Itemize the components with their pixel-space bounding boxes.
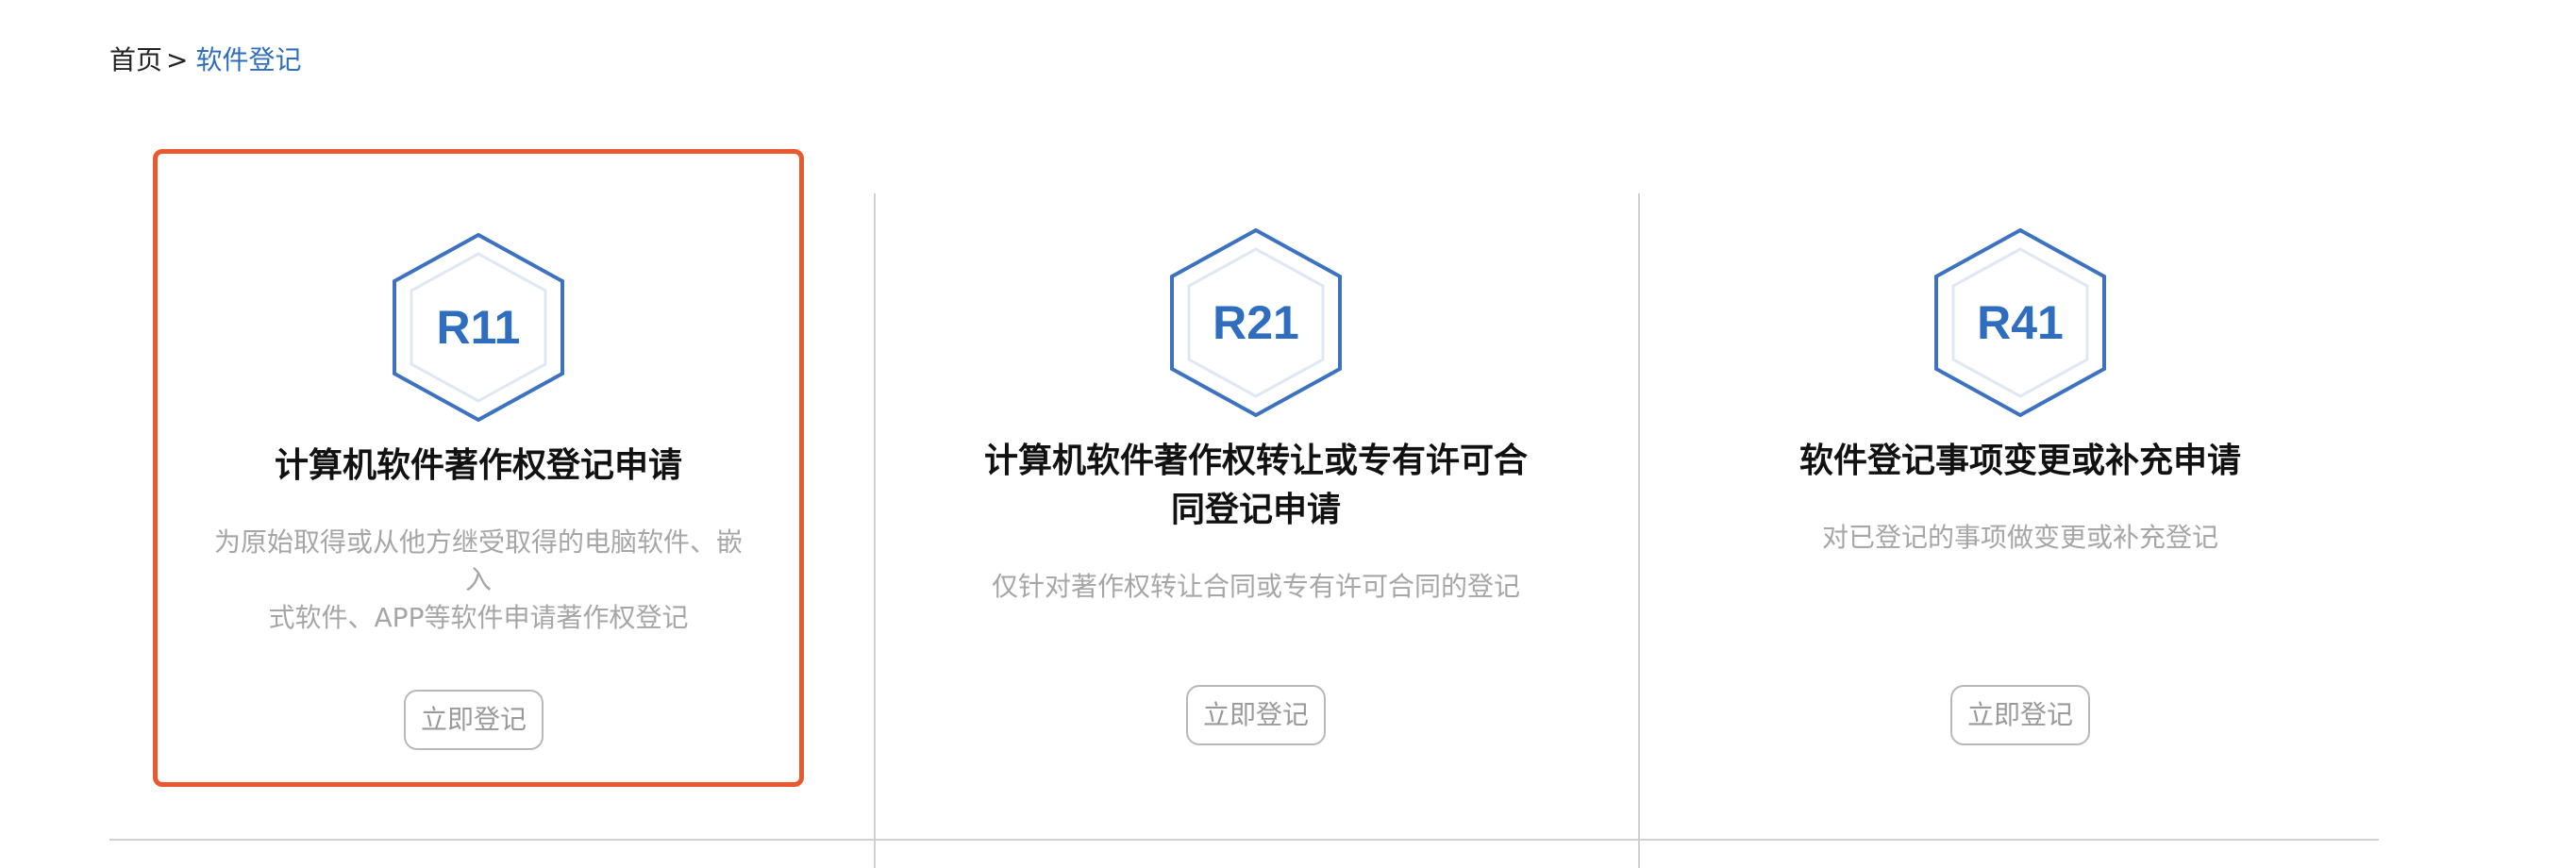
card-title: 计算机软件著作权登记申请 [274, 446, 682, 485]
badge-code: R41 [1977, 296, 2064, 349]
breadcrumb-current[interactable]: 软件登记 [195, 44, 301, 75]
register-now-button[interactable]: 立即登记 [1950, 685, 2090, 745]
card-title: 软件登记事项变更或补充申请 [1798, 442, 2241, 480]
hexagon-badge-icon: R41 [1934, 228, 2106, 417]
card-description: 仅针对著作权转让合同或专有许可合同的登记 [991, 571, 1520, 602]
breadcrumb-separator: > [166, 44, 189, 75]
card-r41[interactable]: R41 软件登记事项变更或补充申请 对已登记的事项做变更或补充登记 立即登记 [1695, 149, 2346, 787]
badge-code: R21 [1213, 296, 1299, 349]
column-divider [1638, 193, 1640, 868]
card-description-line: 为原始取得或从他方继受取得的电脑软件、嵌入 [213, 526, 743, 595]
card-r21[interactable]: R21 计算机软件著作权转让或专有许可合 同登记申请 仅针对著作权转让合同或专有… [930, 149, 1581, 787]
card-r11[interactable]: R11 计算机软件著作权登记申请 为原始取得或从他方继受取得的电脑软件、嵌入 式… [153, 149, 804, 787]
card-title: 计算机软件著作权转让或专有许可合 同登记申请 [968, 437, 1544, 535]
hexagon-badge-icon: R21 [1170, 228, 1342, 417]
breadcrumb: 首页 > 软件登记 [109, 42, 302, 79]
register-now-button[interactable]: 立即登记 [1186, 685, 1326, 745]
register-now-button[interactable]: 立即登记 [404, 690, 544, 750]
card-description-line: 式软件、APP等软件申请著作权登记 [268, 602, 689, 633]
column-divider [874, 193, 876, 868]
card-title-line: 同登记申请 [1170, 491, 1341, 529]
row-divider [109, 839, 2379, 841]
card-title-line: 计算机软件著作权转让或专有许可合 [983, 442, 1528, 480]
card-description: 对已登记的事项做变更或补充登记 [1821, 522, 2218, 553]
badge-code: R11 [437, 301, 521, 354]
hexagon-badge-icon: R11 [393, 233, 564, 422]
card-description: 为原始取得或从他方继受取得的电脑软件、嵌入 式软件、APP等软件申请著作权登记 [205, 524, 752, 637]
page: 首页 > 软件登记 R11 计算机软件著作权登记申请 为原始取得或从他方继受取得的电… [0, 0, 2576, 868]
breadcrumb-home-link[interactable]: 首页 [109, 44, 162, 75]
